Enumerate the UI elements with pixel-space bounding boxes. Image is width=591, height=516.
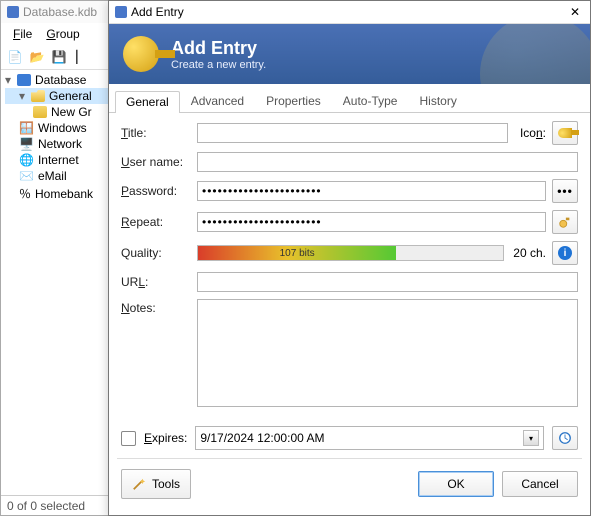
tree-item-label: New Gr	[51, 105, 92, 119]
key-icon	[123, 36, 159, 72]
menu-file[interactable]: File	[9, 25, 36, 43]
tools-button[interactable]: Tools	[121, 469, 191, 499]
lock-icon	[7, 6, 19, 18]
char-count: 20 ch.	[510, 246, 546, 260]
icon-picker-button[interactable]	[552, 121, 578, 145]
network-icon: 🖥️	[19, 137, 34, 151]
key-icon	[558, 128, 572, 138]
tree-item-label: Homebank	[35, 187, 93, 201]
expires-checkbox[interactable]	[121, 431, 136, 446]
open-folder-icon[interactable]: 📂	[27, 47, 47, 67]
email-icon: ✉️	[19, 169, 34, 183]
password-input[interactable]: •••••••••••••••••••••••	[197, 181, 546, 201]
banner-subtitle: Create a new entry.	[171, 59, 266, 71]
database-icon	[17, 74, 31, 86]
expires-date-value: 9/17/2024 12:00:00 AM	[200, 431, 324, 445]
label-expires: Expires:	[144, 431, 187, 445]
tree-root-label: Database	[35, 73, 86, 87]
key-generate-icon	[558, 215, 572, 229]
ok-button-label: OK	[447, 477, 464, 491]
expiry-preset-button[interactable]	[552, 426, 578, 450]
tree-item-label: Network	[38, 137, 82, 151]
notes-input[interactable]	[197, 299, 578, 407]
banner-key-bg-icon	[480, 24, 590, 84]
quality-text: 107 bits	[280, 248, 315, 259]
main-window-title: Database.kdb	[23, 5, 97, 19]
tools-button-label: Tools	[152, 477, 180, 491]
label-repeat: Repeat:	[121, 215, 191, 229]
tree-item-label: Internet	[38, 153, 79, 167]
tab-strip: General Advanced Properties Auto-Type Hi…	[109, 84, 590, 113]
quality-fill: 107 bits	[198, 246, 396, 260]
tab-autotype[interactable]: Auto-Type	[332, 90, 409, 112]
expires-date-input[interactable]: 9/17/2024 12:00:00 AM ▾	[195, 426, 544, 450]
quality-info-button[interactable]: i	[552, 241, 578, 265]
caret-down-icon[interactable]: ▾	[5, 73, 13, 87]
new-document-icon[interactable]: 📄	[5, 47, 25, 67]
percent-icon: ％	[19, 185, 31, 202]
folder-open-icon	[31, 90, 45, 102]
dialog-button-row: Tools OK Cancel	[109, 459, 590, 509]
calendar-dropdown-icon[interactable]: ▾	[523, 430, 539, 446]
save-icon[interactable]: 💾	[49, 47, 69, 67]
ok-button[interactable]: OK	[418, 471, 494, 497]
caret-down-icon[interactable]: ▾	[19, 89, 27, 103]
cancel-button-label: Cancel	[521, 477, 558, 491]
label-title: Title:	[121, 126, 191, 140]
add-entry-dialog: Add Entry ✕ Add Entry Create a new entry…	[108, 0, 591, 516]
tab-general[interactable]: General	[115, 91, 180, 113]
tab-history[interactable]: History	[408, 90, 467, 112]
dialog-title: Add Entry	[131, 5, 566, 19]
tab-properties[interactable]: Properties	[255, 90, 332, 112]
quality-empty	[396, 246, 503, 260]
dialog-banner: Add Entry Create a new entry.	[109, 24, 590, 84]
folder-icon	[33, 106, 47, 118]
label-username: User name:	[121, 155, 191, 169]
lock-icon	[115, 6, 127, 18]
generate-password-button[interactable]	[552, 210, 578, 234]
username-input[interactable]	[197, 152, 578, 172]
tab-advanced[interactable]: Advanced	[180, 90, 255, 112]
reveal-password-button[interactable]: •••	[552, 179, 578, 203]
status-bar: 0 of 0 selected	[1, 495, 111, 515]
label-notes: Notes:	[121, 299, 191, 315]
tree-item-label: Windows	[38, 121, 87, 135]
tree-general-label: General	[49, 89, 92, 103]
cancel-button[interactable]: Cancel	[502, 471, 578, 497]
banner-title: Add Entry	[171, 38, 266, 59]
status-text: 0 of 0 selected	[7, 499, 85, 513]
label-quality: Quality:	[121, 246, 191, 260]
url-input[interactable]	[197, 272, 578, 292]
quality-meter: 107 bits	[197, 245, 504, 261]
menu-group[interactable]: Group	[42, 25, 83, 43]
clock-icon	[558, 431, 572, 445]
label-icon: Icon:	[520, 126, 546, 140]
title-input[interactable]	[197, 123, 508, 143]
wand-icon	[132, 477, 146, 491]
repeat-input[interactable]: •••••••••••••••••••••••	[197, 212, 546, 232]
label-password: Password:	[121, 184, 191, 198]
label-url: URL:	[121, 275, 191, 289]
tree-item-label: eMail	[38, 169, 67, 183]
form-general: Title: Icon: User name: Password: ••••••…	[109, 113, 590, 418]
close-button[interactable]: ✕	[566, 5, 584, 19]
info-icon: i	[558, 246, 572, 260]
windows-icon: 🪟	[19, 121, 34, 135]
globe-icon: 🌐	[19, 153, 34, 167]
dialog-titlebar: Add Entry ✕	[109, 1, 590, 24]
toolbar-divider: ▏	[71, 47, 91, 67]
expires-row: Expires: 9/17/2024 12:00:00 AM ▾	[109, 418, 590, 458]
